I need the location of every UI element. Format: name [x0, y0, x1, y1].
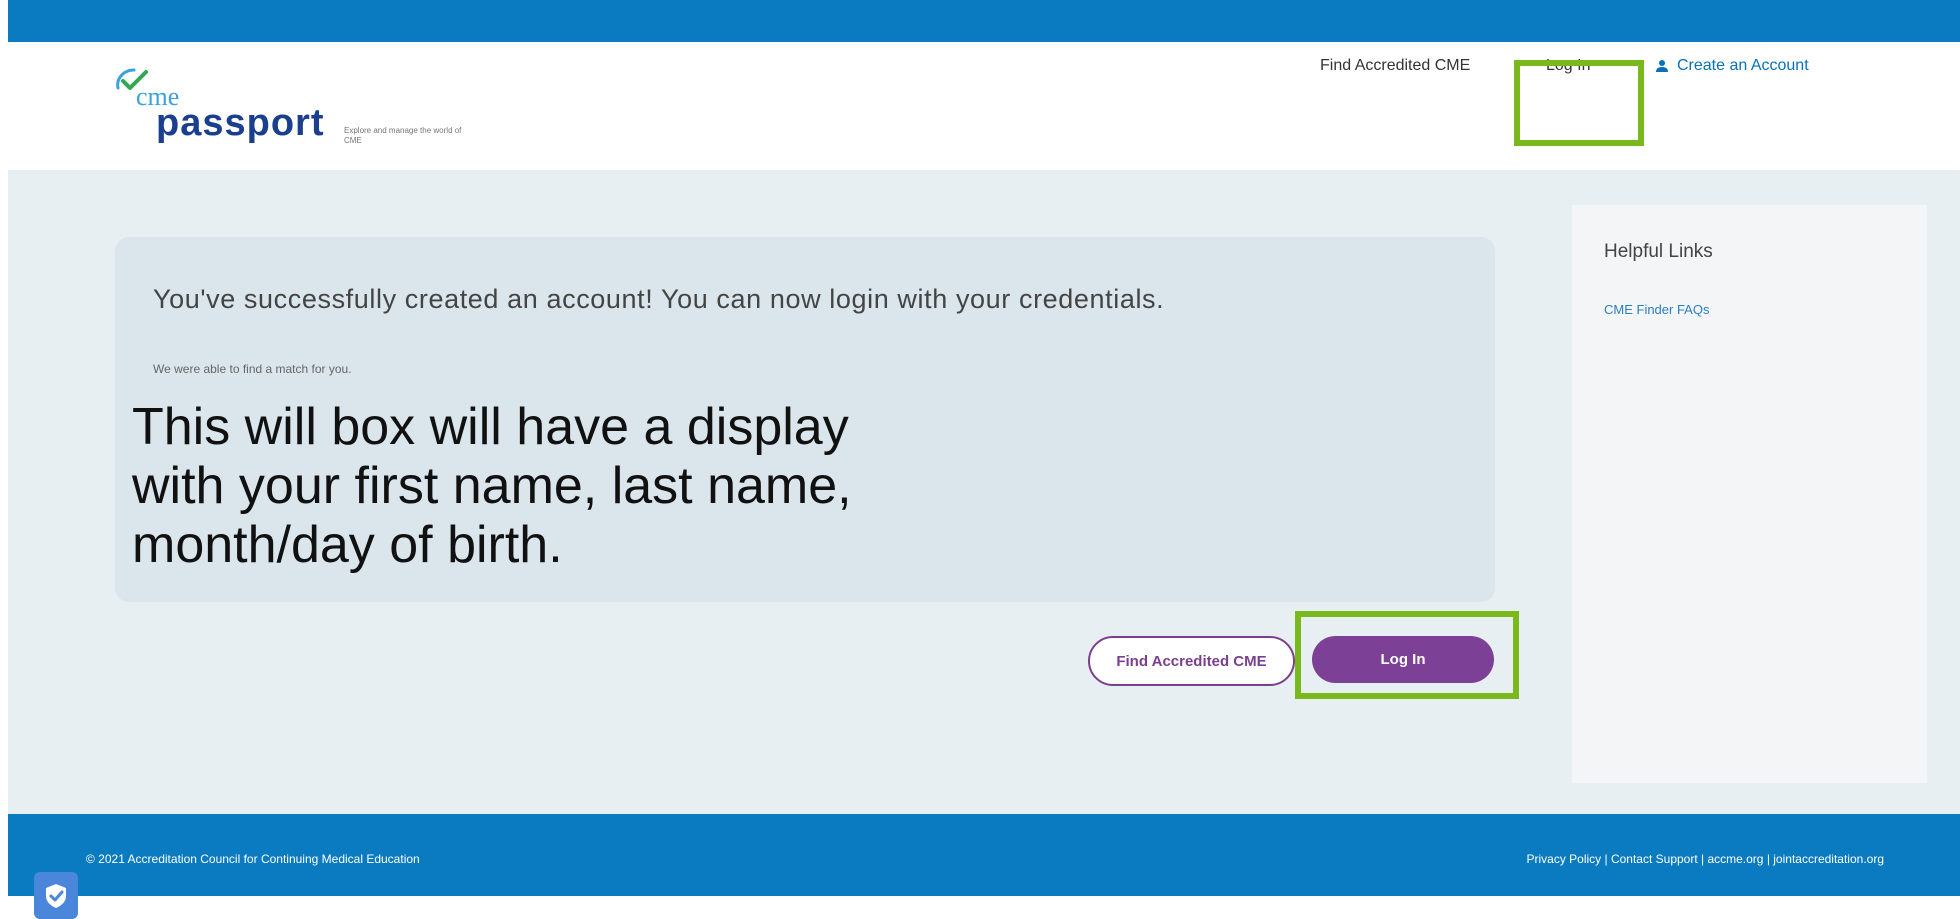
cme-finder-faqs-link[interactable]: CME Finder FAQs [1604, 302, 1709, 317]
logo-passport-text: passport [156, 102, 325, 144]
helpful-links-sidebar: Helpful Links CME Finder FAQs [1572, 205, 1927, 783]
shield-check-icon [46, 883, 66, 908]
match-found-text: We were able to find a match for you. [153, 362, 352, 376]
create-account-label: Create an Account [1677, 57, 1809, 74]
privacy-shield-button[interactable] [34, 872, 78, 919]
cme-passport-logo[interactable]: cme passport Explore and manage the worl… [106, 64, 466, 145]
logo-tagline: Explore and manage the world of CME [344, 126, 462, 145]
site-footer: © 2021 Accreditation Council for Continu… [8, 814, 1960, 896]
nav-create-account-link[interactable]: Create an Account [1655, 56, 1809, 76]
helpful-links-heading: Helpful Links [1604, 241, 1713, 262]
highlight-login-button [1295, 611, 1519, 699]
find-accredited-cme-button[interactable]: Find Accredited CME [1088, 636, 1295, 686]
top-bar [8, 0, 1960, 42]
footer-copyright: © 2021 Accreditation Council for Continu… [86, 852, 420, 866]
person-icon [1656, 60, 1668, 72]
nav-find-accredited-cme-link[interactable]: Find Accredited CME [1320, 56, 1470, 76]
user-info-placeholder-text: This will box will have a display with y… [132, 398, 852, 574]
highlight-nav-login [1514, 60, 1644, 146]
success-message: You've successfully created an account! … [153, 284, 1165, 314]
footer-links[interactable]: Privacy Policy | Contact Support | accme… [1526, 852, 1884, 866]
